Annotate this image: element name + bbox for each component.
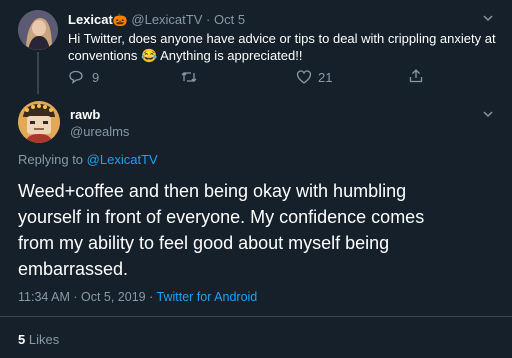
tweet-line-3: from my ability to feel good about mysel… xyxy=(18,233,390,253)
replying-to: Replying to @LexicatTV xyxy=(18,152,158,167)
tweet-source-link[interactable]: Twitter for Android xyxy=(157,290,258,304)
parent-text-line-2: conventions 😂 Anything is appreciated!! xyxy=(68,47,496,64)
likes-stat[interactable]: 5 Likes xyxy=(18,332,59,347)
likes-count: 5 xyxy=(18,332,26,347)
like-icon[interactable] xyxy=(296,69,312,85)
tweet-line-1: Weed+coffee and then being okay with hum… xyxy=(18,181,407,201)
parent-display-name[interactable]: Lexicat xyxy=(68,12,113,27)
author-avatar[interactable] xyxy=(18,101,60,143)
author-display-name[interactable]: rawb xyxy=(70,107,100,122)
tweet-body: Weed+coffee and then being okay with hum… xyxy=(18,178,424,282)
reply-icon[interactable] xyxy=(68,69,84,85)
likes-label: Likes xyxy=(28,332,60,347)
tweet-line-2: yourself in front of everyone. My confid… xyxy=(18,207,425,227)
reply-count: 9 xyxy=(92,70,100,85)
laughing-emoji: 😂 xyxy=(141,48,158,63)
thread-line xyxy=(37,52,39,94)
parent-tweet-text: Hi Twitter, does anyone have advice or t… xyxy=(68,30,496,64)
retweet-icon[interactable] xyxy=(180,69,198,85)
parent-text-line-1: Hi Twitter, does anyone have advice or t… xyxy=(68,31,496,46)
parent-date[interactable]: Oct 5 xyxy=(214,12,245,27)
separator-dot: · xyxy=(206,12,211,27)
parent-text-segment: Anything is appreciated!! xyxy=(160,48,303,63)
tweet-line-4: embarrassed. xyxy=(18,259,129,279)
parent-text-segment: conventions xyxy=(68,48,138,63)
tweet-timestamp[interactable]: 11:34 AM · Oct 5, 2019 · xyxy=(18,290,153,304)
tweet-metadata: 11:34 AM · Oct 5, 2019 · Twitter for And… xyxy=(18,290,257,304)
author-handle[interactable]: @urealms xyxy=(70,124,129,139)
chevron-down-icon[interactable] xyxy=(482,108,494,120)
parent-avatar[interactable] xyxy=(18,10,58,50)
chevron-down-icon[interactable] xyxy=(482,12,494,24)
like-count: 21 xyxy=(318,70,333,85)
parent-handle[interactable]: @LexicatTV xyxy=(131,12,202,27)
share-icon[interactable] xyxy=(408,68,424,84)
replying-to-label: Replying to xyxy=(18,152,84,167)
replying-to-handle[interactable]: @LexicatTV xyxy=(87,152,158,167)
pumpkin-emoji: 🎃 xyxy=(112,13,128,27)
divider xyxy=(0,316,512,317)
